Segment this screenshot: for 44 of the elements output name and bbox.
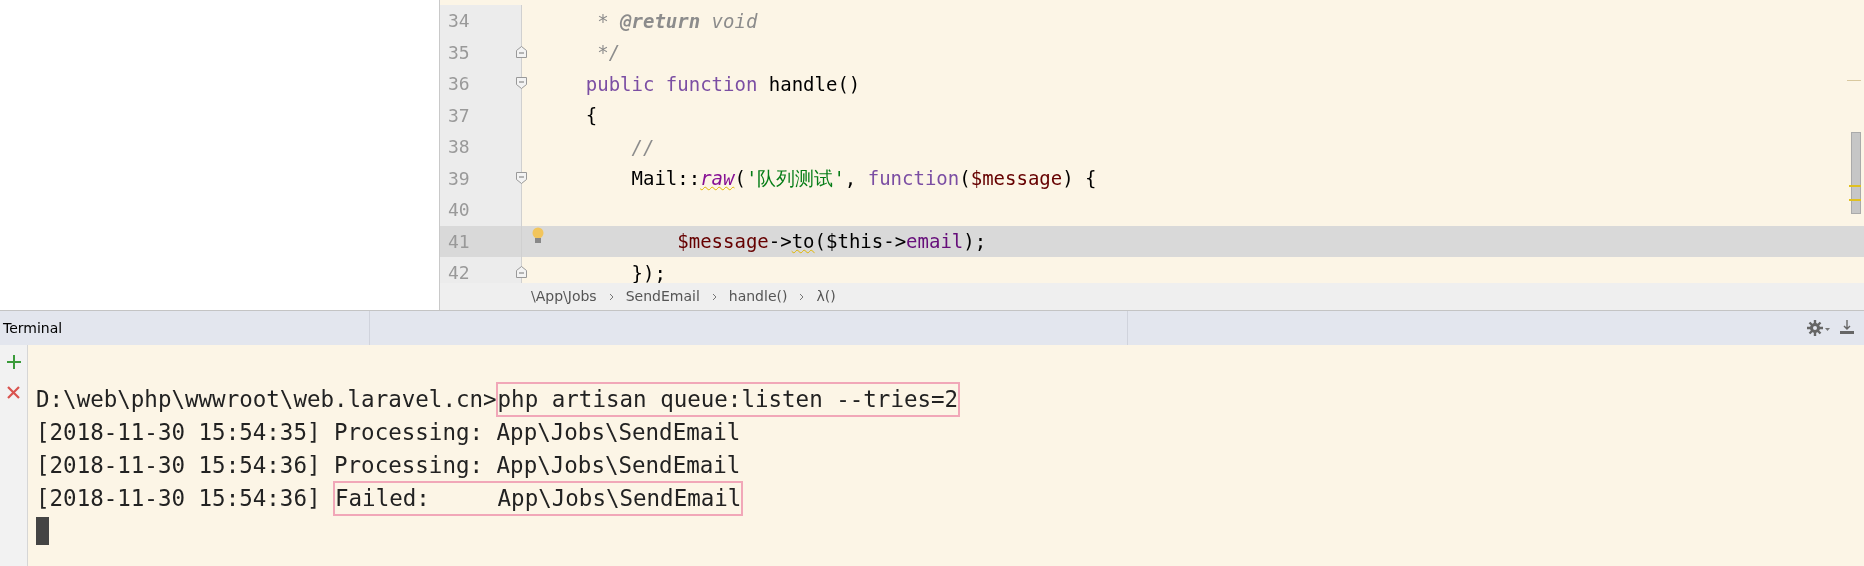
line-number: 38 <box>448 135 470 160</box>
code-text: $message->to($this->email); <box>676 229 987 254</box>
plus-icon[interactable] <box>6 355 21 369</box>
chevron-right-icon <box>711 292 717 301</box>
terminal-text: [2018-11-30 15:54:36] Processing: App\Jobs\SendEmail <box>36 451 741 480</box>
line-number: 36 <box>448 72 470 97</box>
warning-stripe-icon <box>1849 185 1861 187</box>
breadcrumb-item[interactable]: \App\Jobs <box>531 286 597 307</box>
code-text: Mail::raw('队列测试', function($message) { <box>630 166 1097 191</box>
fold-marker-icon[interactable] <box>516 45 527 58</box>
terminal-text: D:\web\php\wwwroot\web.laravel.cn> <box>36 385 497 414</box>
chevron-right-icon <box>799 292 805 301</box>
terminal-text: [2018-11-30 15:54:36] <box>36 484 322 513</box>
line-number: 35 <box>448 40 470 65</box>
fold-marker-icon[interactable] <box>516 266 527 278</box>
line-number: 42 <box>448 261 470 283</box>
close-icon[interactable] <box>7 386 20 399</box>
warning-stripe-icon <box>1847 80 1861 81</box>
code-text: * @return void <box>596 8 758 34</box>
settings-icon[interactable] <box>1807 320 1831 336</box>
code-text: }); <box>630 260 666 283</box>
code-text: */ <box>596 40 621 65</box>
hide-panel-icon[interactable] <box>1839 320 1855 336</box>
fold-marker-icon[interactable] <box>516 171 527 184</box>
line-number: 37 <box>448 103 470 128</box>
code-text: public function handle() <box>584 71 861 97</box>
terminal-text: php artisan queue:listen --tries=2 <box>496 383 960 416</box>
fold-marker-icon[interactable] <box>516 77 527 89</box>
line-number: 41 <box>448 229 470 254</box>
line-number: 34 <box>448 9 470 34</box>
terminal-text: [2018-11-30 15:54:35] Processing: App\Jobs\SendEmail <box>36 418 741 447</box>
code-text: // <box>630 134 655 160</box>
code-text: { <box>584 103 598 128</box>
line-number: 39 <box>448 166 470 191</box>
chevron-right-icon <box>608 292 614 301</box>
breadcrumb-item[interactable]: handle() <box>728 286 788 307</box>
scrollbar-thumb[interactable] <box>1851 132 1861 214</box>
breadcrumb-item[interactable]: SendEmail <box>625 286 700 307</box>
breadcrumb-item[interactable]: λ() <box>816 286 836 307</box>
warning-stripe-icon <box>1849 199 1861 201</box>
line-number: 40 <box>448 198 470 223</box>
terminal-text: Failed: App\Jobs\SendEmail <box>334 482 743 515</box>
lightbulb-icon[interactable] <box>532 226 544 244</box>
terminal-cursor <box>36 517 49 545</box>
